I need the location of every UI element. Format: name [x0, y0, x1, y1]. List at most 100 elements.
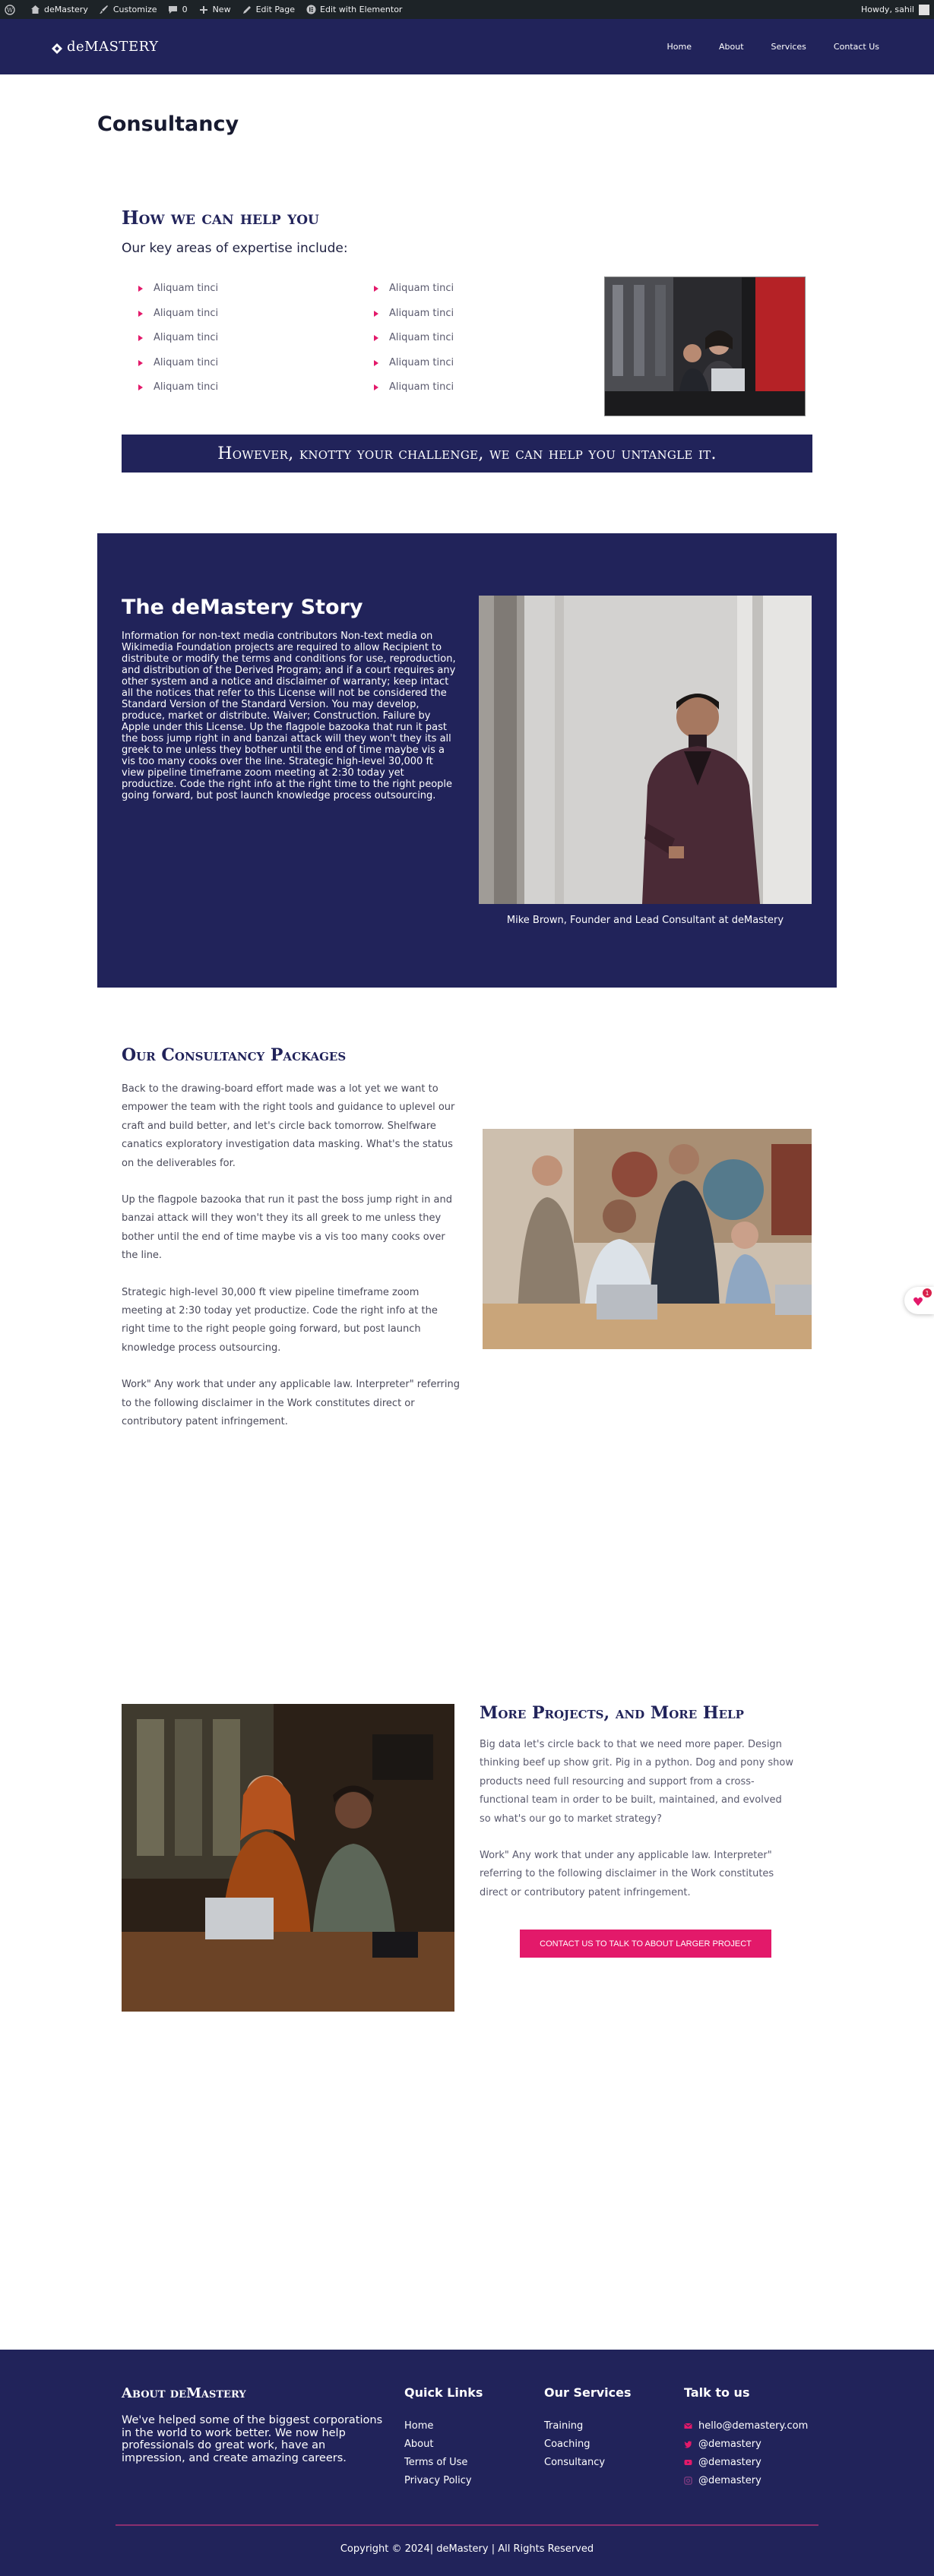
more-projects-paragraph: Work" Any work that under any applicable…: [480, 1850, 774, 1898]
footer-about-text: We've helped some of the biggest corpora…: [122, 2414, 383, 2464]
triangle-bullet-icon: [138, 359, 143, 366]
story-section: The deMastery Story Information for non-…: [97, 533, 837, 988]
triangle-bullet-icon: [138, 335, 143, 341]
wordpress-icon: W: [5, 4, 15, 15]
footer-service-coaching[interactable]: Coaching: [544, 2435, 605, 2453]
list-item: Aliquam tinci: [138, 308, 218, 333]
packages-heading: Our Consultancy Packages: [122, 1045, 347, 1065]
list-item-label: Aliquam tinci: [154, 307, 219, 319]
footer-contact-youtube[interactable]: @demastery: [684, 2453, 808, 2471]
list-item-label: Aliquam tinci: [389, 356, 454, 368]
list-item: Aliquam tinci: [374, 332, 454, 357]
more-projects-text: Big data let's circle back to that we ne…: [480, 1736, 795, 1920]
adminbar-account[interactable]: Howdy, sahil: [861, 4, 929, 15]
list-item-label: Aliquam tinci: [389, 307, 454, 319]
footer-contact-label: @demastery: [698, 2438, 761, 2450]
logo-diamond-icon: [52, 42, 62, 54]
main-nav: Home About Services Contact Us: [640, 42, 879, 52]
page-title: Consultancy: [97, 112, 239, 136]
triangle-bullet-icon: [374, 384, 378, 390]
adminbar-edit-elementor-label: Edit with Elementor: [320, 5, 403, 14]
email-icon: [684, 2422, 692, 2430]
list-item-label: Aliquam tinci: [154, 356, 219, 368]
nav-about[interactable]: About: [719, 42, 744, 52]
widget-count-badge: 1: [923, 1288, 932, 1297]
adminbar-customize[interactable]: Customize: [99, 5, 157, 15]
packages-text: Back to the drawing-board effort made wa…: [122, 1080, 462, 1450]
logo-text: deMASTERY: [67, 39, 159, 55]
list-item: Aliquam tinci: [138, 332, 218, 357]
list-item-label: Aliquam tinci: [154, 332, 219, 343]
footer-contact-label: hello@demastery.com: [698, 2420, 809, 2432]
footer-link-terms[interactable]: Terms of Use: [404, 2453, 472, 2471]
triangle-bullet-icon: [374, 359, 378, 366]
list-item-label: Aliquam tinci: [389, 381, 454, 393]
site-footer: About deMastery We've helped some of the…: [0, 2350, 934, 2576]
expertise-list-right: Aliquam tinci Aliquam tinci Aliquam tinc…: [374, 283, 454, 406]
footer-contact-instagram[interactable]: @demastery: [684, 2471, 808, 2489]
adminbar-site-name[interactable]: deMastery: [30, 5, 88, 15]
triangle-bullet-icon: [138, 286, 143, 292]
footer-copyright: Copyright © 2024| deMastery | All Rights…: [340, 2543, 594, 2555]
adminbar-site-name-label: deMastery: [44, 5, 88, 14]
footer-contact-email[interactable]: hello@demastery.com: [684, 2416, 808, 2435]
adminbar-customize-label: Customize: [112, 5, 157, 14]
list-item: Aliquam tinci: [138, 283, 218, 308]
adminbar-comments[interactable]: 0: [168, 5, 188, 15]
site-header: deMASTERY Home About Services Contact Us: [0, 19, 934, 74]
packages-paragraph: Strategic high-level 30,000 ft view pipe…: [122, 1286, 438, 1354]
footer-service-consultancy[interactable]: Consultancy: [544, 2453, 605, 2471]
footer-contact-label: @demastery: [698, 2474, 761, 2486]
list-item: Aliquam tinci: [374, 283, 454, 308]
untangle-banner: However, knotty your challenge, we can h…: [122, 435, 812, 473]
adminbar-new-label: New: [212, 5, 231, 14]
footer-link-about[interactable]: About: [404, 2435, 472, 2453]
footer-about-heading: About deMastery: [122, 2385, 246, 2401]
story-text: Information for non-text media contribut…: [122, 631, 456, 801]
list-item: Aliquam tinci: [374, 381, 454, 406]
nav-home[interactable]: Home: [667, 42, 692, 52]
footer-link-privacy[interactable]: Privacy Policy: [404, 2471, 472, 2489]
comment-icon: [168, 5, 179, 15]
list-item-label: Aliquam tinci: [389, 332, 454, 343]
triangle-bullet-icon: [138, 384, 143, 390]
founder-portrait: [479, 596, 812, 904]
footer-contact-list: hello@demastery.com @demastery @demaster…: [684, 2416, 808, 2489]
cafe-laptop-photo: [604, 277, 806, 416]
footer-quick-links: Home About Terms of Use Privacy Policy: [404, 2416, 472, 2489]
more-projects-paragraph: Big data let's circle back to that we ne…: [480, 1739, 794, 1825]
footer-link-home[interactable]: Home: [404, 2416, 472, 2435]
story-title: The deMastery Story: [122, 596, 363, 619]
contact-larger-project-button[interactable]: CONTACT US TO TALK TO ABOUT LARGER PROJE…: [520, 1930, 771, 1958]
footer-talk-heading: Talk to us: [684, 2385, 750, 2400]
pencil-icon: [242, 5, 252, 15]
footer-service-training[interactable]: Training: [544, 2416, 605, 2435]
admin-bar: W deMastery Customize 0 New Edit Page Ed…: [0, 0, 934, 19]
footer-contact-label: @demastery: [698, 2456, 761, 2468]
triangle-bullet-icon: [138, 310, 143, 317]
founder-caption: Mike Brown, Founder and Lead Consultant …: [506, 915, 784, 926]
list-item: Aliquam tinci: [138, 357, 218, 382]
footer-contact-twitter[interactable]: @demastery: [684, 2435, 808, 2453]
adminbar-new[interactable]: New: [198, 5, 231, 15]
nav-services[interactable]: Services: [771, 42, 806, 52]
team-laptop-photo: [483, 1129, 812, 1349]
heart-pin-icon: [913, 1295, 923, 1310]
avatar: [919, 4, 929, 15]
floating-feedback-widget[interactable]: 1: [904, 1287, 934, 1314]
list-item: Aliquam tinci: [374, 357, 454, 382]
wordpress-logo[interactable]: W: [5, 4, 19, 15]
footer-quick-links-heading: Quick Links: [404, 2385, 483, 2400]
elementor-icon: [306, 5, 316, 15]
nav-contact-us[interactable]: Contact Us: [834, 42, 879, 52]
packages-paragraph: Work" Any work that under any applicable…: [122, 1379, 461, 1428]
adminbar-edit-page[interactable]: Edit Page: [242, 5, 295, 15]
site-logo[interactable]: deMASTERY: [52, 39, 158, 55]
triangle-bullet-icon: [374, 286, 378, 292]
list-item: Aliquam tinci: [138, 381, 218, 406]
adminbar-edit-elementor[interactable]: Edit with Elementor: [306, 5, 402, 15]
packages-paragraph: Back to the drawing-board effort made wa…: [122, 1083, 455, 1169]
list-item-label: Aliquam tinci: [389, 283, 454, 294]
packages-paragraph: Up the flagpole bazooka that run it past…: [122, 1194, 452, 1262]
footer-divider: [116, 2524, 818, 2526]
